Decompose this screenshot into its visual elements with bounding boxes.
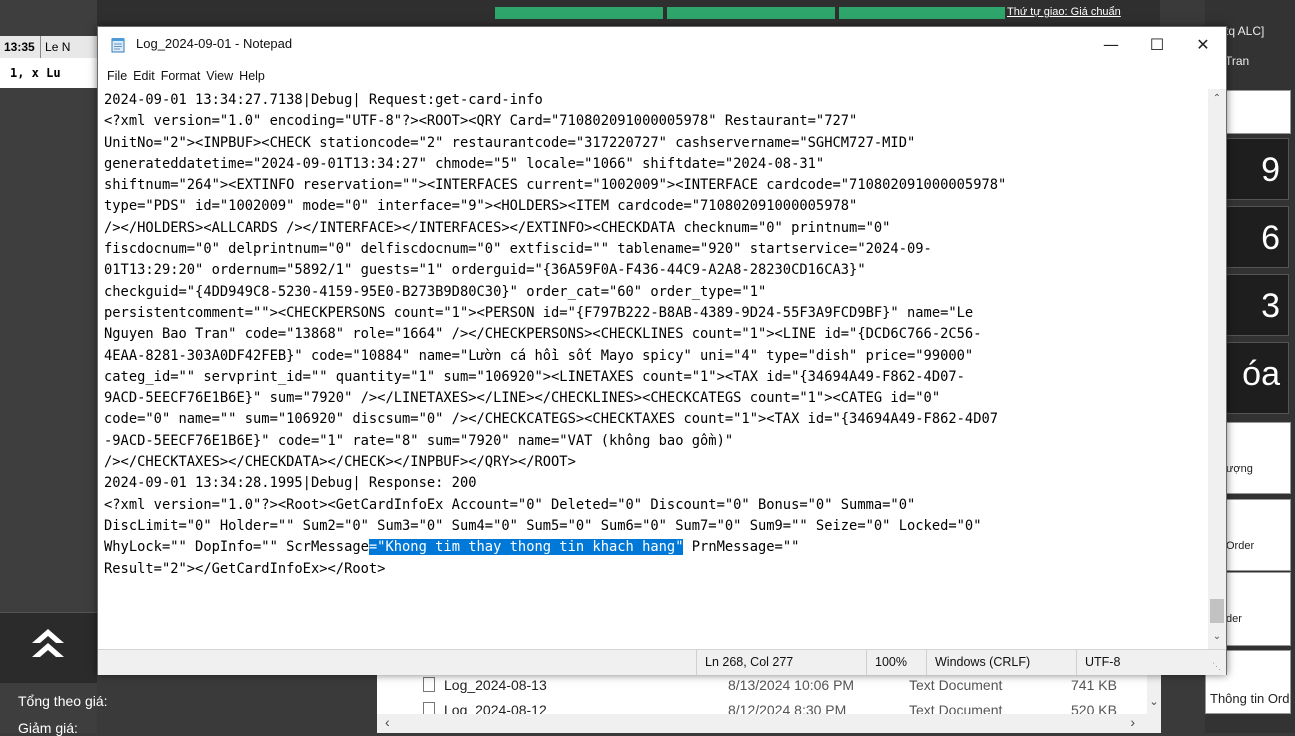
log-line: code="0" name="" sum="106920" discsum="0… [104, 411, 999, 428]
menu-view[interactable]: View [203, 63, 236, 89]
text-selection[interactable]: ="Khong tim thay thong tin khach hang" [368, 539, 684, 556]
pos-total-label: Tổng theo giá: [18, 693, 108, 709]
pos-user-abbrev: Le N [40, 36, 70, 58]
pos-right-header-line2: Tran [1225, 54, 1250, 68]
log-line: UnitNo="2"><INPBUF><CHECK stationcode="2… [104, 134, 916, 151]
scroll-down-icon[interactable]: ⌄ [1147, 695, 1161, 708]
pos-order-sort-label: Thứ tự giao: Giá chuẩn [1007, 6, 1121, 18]
pos-order-info-label: Thông tin Order [1210, 691, 1290, 706]
minimize-button[interactable]: — [1088, 27, 1134, 63]
editor-text[interactable]: 2024-09-01 13:34:27.7138|Debug| Request:… [104, 90, 1006, 580]
menu-help[interactable]: Help [236, 63, 268, 89]
maximize-button[interactable]: ☐ [1134, 27, 1180, 63]
file-row[interactable]: Log_2024-08-13 8/13/2024 10:06 PM Text D… [377, 674, 1147, 696]
log-line: fiscdocnum="0" delprintnum="0" delfiscdo… [104, 241, 932, 258]
log-line: 2024-09-01 13:34:28.1995|Debug| Response… [104, 475, 477, 492]
text-editor-area[interactable]: 2024-09-01 13:34:27.7138|Debug| Request:… [98, 89, 1208, 649]
log-line: /></HOLDERS><ALLCARDS /></INTERFACE></IN… [104, 219, 891, 236]
line-ending: Windows (CRLF) [926, 650, 1076, 675]
notepad-app-icon [111, 38, 125, 53]
file-explorer-list: Log_2024-08-13 8/13/2024 10:06 PM Text D… [377, 673, 1147, 733]
window-title: Log_2024-09-01 - Notepad [136, 36, 293, 51]
scroll-right-icon[interactable]: › [1130, 714, 1135, 730]
log-line: checkguid="{4DD949C8-5230-4159-95E0-B273… [104, 283, 767, 300]
log-line: persistentcomment=""><CHECKPERSONS count… [104, 304, 974, 321]
log-line-after-selection: PrnMessage="" [683, 539, 800, 556]
scrollbar-thumb[interactable] [1210, 599, 1224, 623]
status-bar: Ln 268, Col 277 100% Windows (CRLF) UTF-… [98, 649, 1226, 675]
file-date: 8/13/2024 10:06 PM [728, 677, 855, 693]
log-line: categ_id="" servprint_id="" quantity="1"… [104, 368, 965, 385]
maximize-icon: ☐ [1149, 35, 1165, 54]
pos-scroll-up-button[interactable] [0, 612, 97, 683]
pos-clock: 13:35 [4, 40, 35, 54]
menu-bar: File Edit Format View Help [98, 63, 1226, 89]
notepad-window: Log_2024-09-01 - Notepad — ☐ ✕ File Edit F… [97, 26, 1227, 675]
log-line: 2024-09-01 13:34:27.7138|Debug| Request:… [104, 92, 543, 108]
cursor-position: Ln 268, Col 277 [696, 650, 866, 675]
pos-green-tab-2[interactable] [667, 7, 835, 19]
close-button[interactable]: ✕ [1180, 27, 1226, 63]
pos-order-line[interactable]: 1, x Lu [0, 58, 97, 88]
log-line: 01T13:29:20" ordernum="5892/1" guests="1… [104, 262, 866, 279]
minimize-icon: — [1103, 35, 1119, 54]
log-line: type="PDS" id="1002009" mode="0" interfa… [104, 198, 858, 215]
zoom-level: 100% [866, 650, 926, 675]
text-file-icon [423, 677, 435, 692]
log-line: Nguyen Bao Tran" code="13868" role="1664… [104, 326, 982, 343]
pos-order-label: Order [1226, 540, 1255, 552]
file-type: Text Document [909, 677, 1003, 693]
double-chevron-up-icon [32, 629, 64, 657]
close-icon: ✕ [1196, 35, 1210, 54]
pos-discount-label: Giảm giá: [18, 720, 78, 736]
menu-file[interactable]: File [104, 63, 130, 89]
pos-quantity-label: ượng [1226, 463, 1253, 475]
log-line: 4EAA-8281-303A0DF42FEB}" code="10884" na… [104, 347, 974, 364]
log-line: DiscLimit="0" Holder="" Sum2="0" Sum3="0… [104, 517, 982, 534]
menu-edit[interactable]: Edit [130, 63, 158, 89]
scroll-left-icon[interactable]: ‹ [385, 714, 390, 730]
log-line: /></CHECKTAXES></CHECKDATA></CHECK></INP… [104, 454, 576, 471]
scroll-down-arrow-icon[interactable]: ⌄ [1208, 631, 1226, 642]
scroll-up-arrow-icon[interactable]: ⌃ [1208, 93, 1226, 104]
title-bar[interactable]: Log_2024-09-01 - Notepad — ☐ ✕ [98, 27, 1226, 63]
log-line: generateddatetime="2024-09-01T13:34:27" … [104, 155, 825, 172]
pos-green-tab-1[interactable] [495, 7, 663, 19]
resize-grip-icon[interactable]: ⋱ [1212, 661, 1224, 673]
pos-time-row: 13:35 Le N [0, 36, 97, 59]
log-line: <?xml version="1.0"?><Root><GetCardInfoE… [104, 496, 916, 513]
log-line-before-selection: WhyLock="" DopInfo="" ScrMessage [104, 539, 369, 556]
pos-green-tab-3[interactable] [839, 7, 1005, 19]
pos-right-header-line1: tq ALC] [1225, 24, 1265, 38]
vertical-scrollbar[interactable]: ⌃ ⌄ [1208, 89, 1226, 649]
explorer-vertical-scrollbar[interactable]: ⌄ [1147, 673, 1161, 733]
encoding: UTF-8 [1076, 650, 1206, 675]
pos-order-2-label: der [1226, 613, 1242, 625]
file-size: 741 KB [1071, 677, 1117, 693]
log-line: shiftnum="264"><EXTINFO reservation=""><… [104, 177, 1007, 194]
file-name: Log_2024-08-13 [444, 677, 547, 693]
log-line: Result="2"></GetCardInfoEx></Root> [104, 560, 386, 577]
log-line: -9ACD-5EECF76E1B6E}" code="1" rate="8" s… [104, 432, 734, 449]
explorer-horizontal-scrollbar[interactable]: ‹ › [377, 714, 1147, 733]
log-line: 9ACD-5EECF76E1B6E}" sum="7920" /></LINET… [104, 390, 941, 407]
log-line: <?xml version="1.0" encoding="UTF-8"?><R… [104, 113, 858, 130]
menu-format[interactable]: Format [158, 63, 204, 89]
